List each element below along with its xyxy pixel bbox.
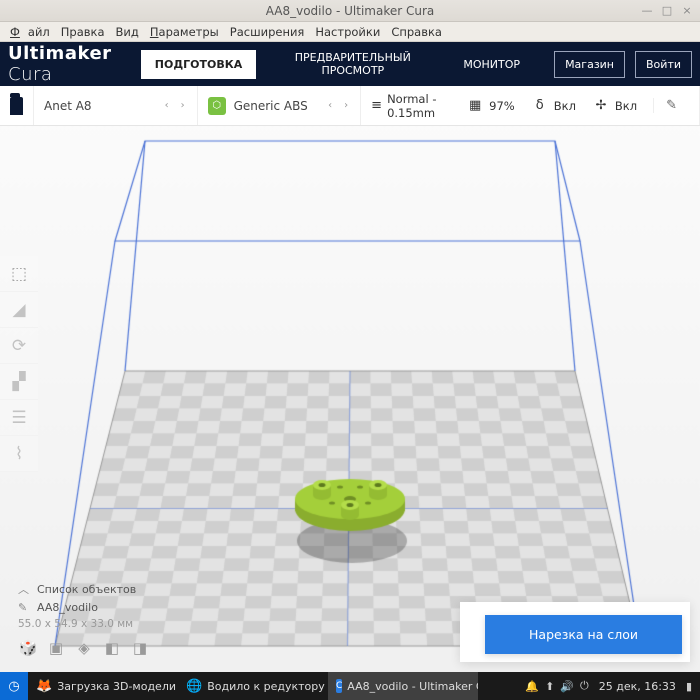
infill-icon: ▦ bbox=[466, 98, 484, 113]
marketplace-button[interactable]: Магазин bbox=[554, 51, 625, 78]
view-right-button[interactable]: ◨ bbox=[130, 638, 150, 658]
window-close-button[interactable]: × bbox=[680, 3, 694, 17]
folder-icon bbox=[10, 97, 23, 115]
menu-params[interactable]: Параметры bbox=[146, 23, 223, 41]
support-value: Вкл bbox=[554, 99, 576, 113]
printer-name: Anet A8 bbox=[44, 99, 92, 113]
chevron-left-icon: ‹ bbox=[326, 100, 334, 111]
material-selector[interactable]: ⬡ Generic ABS ‹ › bbox=[198, 86, 362, 125]
menu-bar: Файл Правка Вид Параметры Расширения Нас… bbox=[0, 22, 700, 42]
login-button[interactable]: Войти bbox=[635, 51, 692, 78]
open-file-button[interactable] bbox=[0, 86, 34, 125]
chevron-right-icon: › bbox=[179, 100, 187, 111]
eye-icon[interactable]: ✎ bbox=[18, 601, 31, 614]
tool-support-blocker[interactable]: ⌇ bbox=[0, 436, 38, 472]
app-logo: Ultimaker Cura bbox=[8, 43, 131, 85]
stage-prepare-tab[interactable]: ПОДГОТОВКА bbox=[141, 50, 256, 79]
stage-monitor-tab[interactable]: МОНИТОР bbox=[449, 50, 534, 79]
support-icon: ẟ bbox=[531, 98, 549, 113]
task-title: AA8_vodilo - Ultimaker Cura bbox=[347, 680, 478, 693]
task-title: Загрузка 3D-модели — Mo… bbox=[57, 680, 178, 693]
view-top-button[interactable]: ◈ bbox=[74, 638, 94, 658]
slice-button[interactable]: Нарезка на слои bbox=[485, 615, 682, 654]
view-3d-button[interactable]: 🎲 bbox=[18, 638, 38, 658]
power-icon[interactable]: ⏻ bbox=[580, 679, 589, 693]
menu-settings[interactable]: Настройки bbox=[311, 23, 384, 41]
network-icon[interactable]: ⬆ bbox=[545, 680, 554, 693]
os-taskbar: ◷ 🦊 Загрузка 3D-модели — Mo… 🌐 Водило к … bbox=[0, 672, 700, 700]
taskbar-item-cura[interactable]: C AA8_vodilo - Ultimaker Cura bbox=[328, 672, 478, 700]
tool-permodel[interactable]: ☰ bbox=[0, 400, 38, 436]
infill-value: 97% bbox=[489, 99, 515, 113]
menu-edit[interactable]: Правка bbox=[57, 23, 109, 41]
taskbar-item-browser-2[interactable]: 🌐 Водило к редуктору мясор… bbox=[178, 672, 328, 700]
window-title: AA8_vodilo - Ultimaker Cura bbox=[266, 4, 435, 18]
window-titlebar: AA8_vodilo - Ultimaker Cura — □ × bbox=[0, 0, 700, 22]
view-front-button[interactable]: ▣ bbox=[46, 638, 66, 658]
taskbar-item-firefox-1[interactable]: 🦊 Загрузка 3D-модели — Mo… bbox=[28, 672, 178, 700]
notification-icon[interactable]: 🔔 bbox=[525, 680, 539, 693]
stage-preview-tab[interactable]: ПРЕДВАРИТЕЛЬНЫЙ ПРОСМОТР bbox=[266, 43, 439, 85]
volume-icon[interactable]: 🔊 bbox=[560, 680, 574, 693]
chevron-left-icon: ‹ bbox=[163, 100, 171, 111]
tool-mirror[interactable]: ▞ bbox=[0, 364, 38, 400]
menu-view[interactable]: Вид bbox=[112, 23, 143, 41]
object-list-header: Список объектов bbox=[37, 583, 136, 596]
window-minimize-button[interactable]: — bbox=[640, 3, 654, 17]
menu-help[interactable]: Справка bbox=[387, 23, 446, 41]
show-desktop-icon[interactable]: ▮ bbox=[686, 680, 692, 693]
menu-file[interactable]: Файл bbox=[6, 23, 54, 41]
object-list-panel: ︿ Список объектов ✎ AA8_vodilo 55.0 x 54… bbox=[18, 581, 150, 658]
profile-name: Normal - 0.15mm bbox=[387, 92, 442, 120]
material-badge-icon: ⬡ bbox=[208, 97, 226, 115]
view-left-button[interactable]: ◧ bbox=[102, 638, 122, 658]
task-title: Водило к редуктору мясор… bbox=[207, 680, 328, 693]
edit-settings-icon[interactable]: ✎ bbox=[653, 98, 689, 113]
viewport-3d[interactable]: ⬚ ◢ ⟳ ▞ ☰ ⌇ ︿ Список объектов ✎ AA8_vodi… bbox=[0, 126, 700, 672]
tool-sidebar: ⬚ ◢ ⟳ ▞ ☰ ⌇ bbox=[0, 256, 38, 472]
object-dimensions: 55.0 x 54.9 x 33.0 мм bbox=[18, 618, 150, 630]
object-list-item[interactable]: ✎ AA8_vodilo bbox=[18, 601, 150, 614]
clock[interactable]: 25 дек, 16:33 bbox=[595, 680, 680, 693]
tool-scale[interactable]: ◢ bbox=[0, 292, 38, 328]
start-menu-button[interactable]: ◷ bbox=[0, 672, 28, 700]
brand-bar: Ultimaker Cura ПОДГОТОВКА ПРЕДВАРИТЕЛЬНЫ… bbox=[0, 42, 700, 86]
print-settings-selector[interactable]: ≡ Normal - 0.15mm ▦ 97% ẟ Вкл ✢ Вкл ✎ bbox=[361, 86, 700, 125]
system-tray: 🔔 ⬆ 🔊 ⏻ 25 дек, 16:33 ▮ bbox=[517, 679, 700, 693]
firefox-icon: 🦊 bbox=[36, 679, 52, 694]
material-name: Generic ABS bbox=[234, 99, 308, 113]
printer-selector[interactable]: Anet A8 ‹ › bbox=[34, 86, 198, 125]
config-bar: Anet A8 ‹ › ⬡ Generic ABS ‹ › ≡ Normal -… bbox=[0, 86, 700, 126]
chevron-up-icon: ︿ bbox=[18, 581, 31, 597]
chevron-right-icon: › bbox=[342, 100, 350, 111]
window-maximize-button[interactable]: □ bbox=[660, 3, 674, 17]
menu-extensions[interactable]: Расширения bbox=[226, 23, 309, 41]
cura-icon: C bbox=[336, 679, 342, 693]
tool-rotate[interactable]: ⟳ bbox=[0, 328, 38, 364]
layers-icon: ≡ bbox=[371, 98, 382, 113]
adhesion-icon: ✢ bbox=[592, 98, 610, 113]
adhesion-value: Вкл bbox=[615, 99, 637, 113]
object-list-toggle[interactable]: ︿ Список объектов bbox=[18, 581, 150, 597]
tool-move[interactable]: ⬚ bbox=[0, 256, 38, 292]
object-name: AA8_vodilo bbox=[37, 601, 98, 614]
globe-icon: 🌐 bbox=[186, 679, 202, 694]
